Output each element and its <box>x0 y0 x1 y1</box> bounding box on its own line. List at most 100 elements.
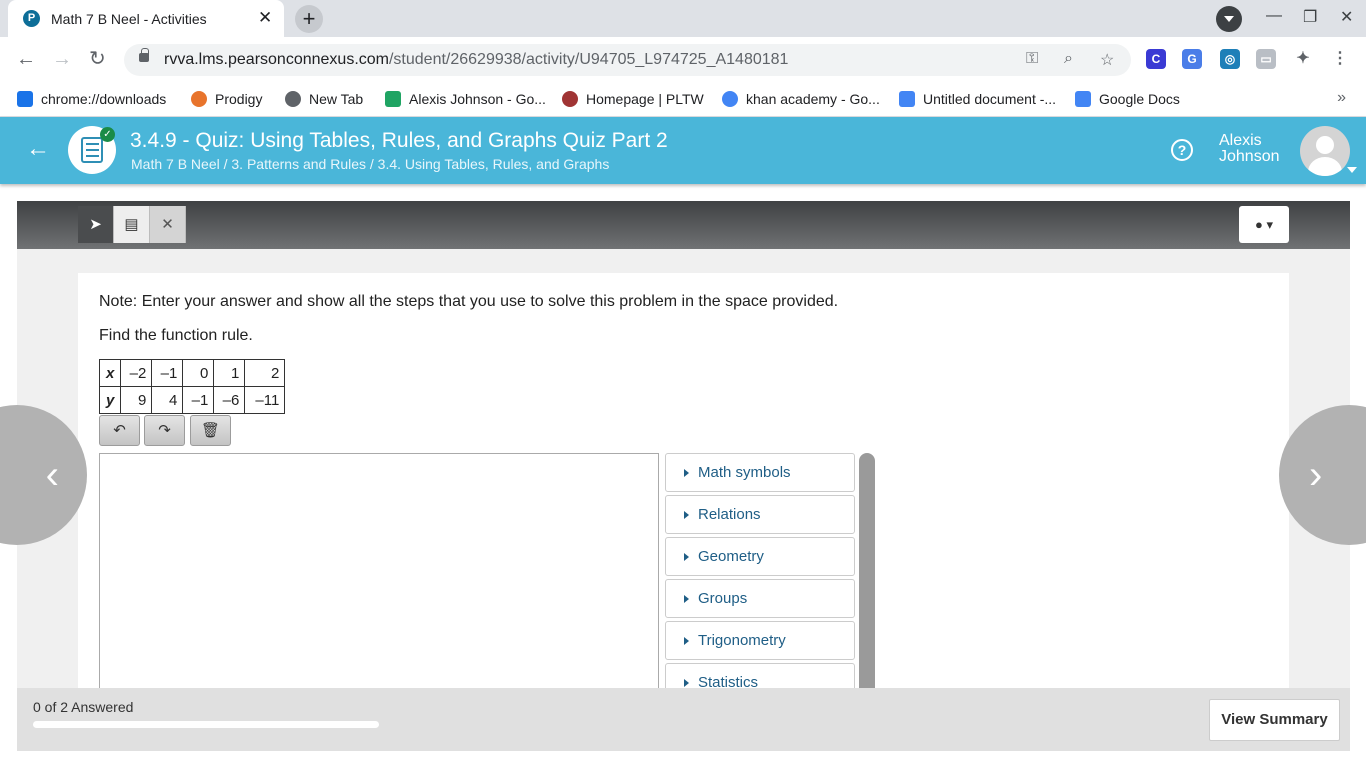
checklist-icon <box>81 137 103 163</box>
quiz-footer: 0 of 2 Answered View Summary <box>17 688 1350 751</box>
palette-item-geometry[interactable]: Geometry <box>665 537 855 576</box>
bookmark-item[interactable]: Alexis Johnson - Go... <box>385 89 546 109</box>
table-row: x –2 –1 0 1 2 <box>98 359 286 387</box>
view-summary-button[interactable]: View Summary <box>1209 699 1340 741</box>
chevron-down-icon[interactable] <box>1347 167 1357 173</box>
eliminator-tool-icon[interactable]: ✕ <box>150 206 186 243</box>
extensions-puzzle-icon[interactable]: ✦ <box>1293 49 1313 69</box>
complete-check-icon: ✓ <box>100 127 115 142</box>
tool-group: ➤ ▤ ✕ <box>78 206 186 243</box>
function-table: x –2 –1 0 1 2 y 9 4 –1 –6 –11 <box>98 359 286 414</box>
user-first-name: Alexis <box>1219 132 1262 149</box>
question-note: Note: Enter your answer and show all the… <box>99 293 839 310</box>
restore-icon[interactable]: ❐ <box>1303 7 1317 27</box>
table-cell: 9 <box>120 386 153 414</box>
redo-icon: ↷ <box>158 422 171 439</box>
undo-icon: ↶ <box>113 422 126 439</box>
progress-bar <box>33 721 379 728</box>
bookmark-item[interactable]: chrome://downloads <box>17 89 166 109</box>
palette-label: Trigonometry <box>698 632 786 649</box>
accessibility-menu-button[interactable]: ● ▾ <box>1239 206 1289 243</box>
browser-tab[interactable]: P Math 7 B Neel - Activities ✕ <box>8 0 284 37</box>
help-icon[interactable]: ? <box>1171 139 1193 161</box>
answered-count: 0 of 2 Answered <box>33 699 134 715</box>
chevron-right-icon: › <box>1309 453 1323 497</box>
chevron-left-icon: ‹ <box>45 453 59 497</box>
lock-icon[interactable] <box>139 48 149 62</box>
bookmark-item[interactable]: Google Docs <box>1075 89 1180 109</box>
tab-search-icon[interactable] <box>1216 6 1242 32</box>
palette-item-relations[interactable]: Relations <box>665 495 855 534</box>
table-cell: –11 <box>244 386 286 414</box>
person-icon: ● <box>1254 217 1263 232</box>
palette-label: Relations <box>698 506 761 523</box>
bookmark-item[interactable]: khan academy - Go... <box>722 89 880 109</box>
google-translate-icon[interactable]: G <box>1182 49 1202 69</box>
bookmark-item[interactable]: Homepage | PLTW <box>562 89 704 109</box>
breadcrumb[interactable]: Math 7 B Neel / 3. Patterns and Rules / … <box>131 156 609 172</box>
caret-right-icon <box>684 553 689 561</box>
note-tool-icon[interactable]: ▤ <box>114 206 150 243</box>
back-arrow-icon[interactable]: ← <box>26 135 50 163</box>
palette-label: Math symbols <box>698 464 791 481</box>
caret-right-icon <box>684 595 689 603</box>
bookmark-label: khan academy - Go... <box>746 91 880 107</box>
bookmark-item[interactable]: Untitled document -... <box>899 89 1056 109</box>
redo-button[interactable]: ↷ <box>144 415 185 446</box>
table-cell: –1 <box>182 386 215 414</box>
caret-right-icon <box>684 511 689 519</box>
table-cell: 0 <box>182 359 215 387</box>
palette-item-math-symbols[interactable]: Math symbols <box>665 453 855 492</box>
bookmarks-bar: chrome://downloads Prodigy New Tab Alexi… <box>0 83 1366 117</box>
forward-icon[interactable]: → <box>52 47 72 71</box>
browser-toolbar: ← → ↻ rvva.lms.pearsonconnexus.com/stude… <box>0 37 1366 83</box>
course-header: ← ✓ 3.4.9 - Quiz: Using Tables, Rules, a… <box>0 117 1366 184</box>
url-text[interactable]: rvva.lms.pearsonconnexus.com/student/266… <box>164 51 788 69</box>
address-bar[interactable]: rvva.lms.pearsonconnexus.com/student/266… <box>124 44 1131 76</box>
extension-c-icon[interactable]: C <box>1146 49 1166 69</box>
pointer-tool-icon[interactable]: ➤ <box>78 206 114 243</box>
palette-label: Geometry <box>698 548 764 565</box>
minimize-icon[interactable]: — <box>1266 7 1282 25</box>
extension-globe-icon[interactable]: ◎ <box>1220 49 1240 69</box>
back-icon[interactable]: ← <box>16 47 36 71</box>
google-drive-icon <box>385 91 401 107</box>
bookmark-label: Google Docs <box>1099 91 1180 107</box>
close-tab-icon[interactable]: ✕ <box>258 8 272 28</box>
bookmark-label: Homepage | PLTW <box>586 91 704 107</box>
google-docs-icon <box>899 91 915 107</box>
undo-button[interactable]: ↶ <box>99 415 140 446</box>
table-cell: –2 <box>120 359 153 387</box>
menu-kebab-icon[interactable]: ⋮ <box>1330 49 1350 69</box>
google-icon <box>722 91 738 107</box>
avatar[interactable] <box>1300 126 1350 176</box>
google-docs-icon <box>1075 91 1091 107</box>
key-icon[interactable]: ⚿ <box>1026 50 1038 68</box>
bookmark-item[interactable]: New Tab <box>285 89 363 109</box>
download-icon <box>17 91 33 107</box>
chevron-down-icon: ▾ <box>1266 217 1273 232</box>
prodigy-icon <box>191 91 207 107</box>
bookmark-label: Alexis Johnson - Go... <box>409 91 546 107</box>
table-cell: –1 <box>151 359 184 387</box>
palette-item-trigonometry[interactable]: Trigonometry <box>665 621 855 660</box>
url-host: rvva.lms.pearsonconnexus.com <box>164 51 389 68</box>
close-window-icon[interactable]: ✕ <box>1340 7 1353 27</box>
new-tab-button[interactable]: + <box>295 5 323 33</box>
more-bookmarks-icon[interactable]: » <box>1337 89 1346 107</box>
reload-icon[interactable]: ↻ <box>89 47 106 71</box>
clear-button[interactable]: 🗑 <box>190 415 231 446</box>
table-header-x: x <box>98 359 122 387</box>
cast-icon[interactable]: ▭ <box>1256 49 1276 69</box>
user-name[interactable]: Alexis Johnson <box>1219 133 1280 165</box>
bookmark-label: Prodigy <box>215 91 263 107</box>
caret-right-icon <box>684 469 689 477</box>
zoom-icon[interactable]: ⌕ <box>1064 50 1073 68</box>
table-header-y: y <box>98 386 122 414</box>
star-icon[interactable]: ☆ <box>1100 50 1114 70</box>
palette-item-groups[interactable]: Groups <box>665 579 855 618</box>
bookmark-item[interactable]: Prodigy <box>191 89 262 109</box>
caret-right-icon <box>684 637 689 645</box>
quiz-player: ➤ ▤ ✕ ● ▾ Note: Enter your answer and sh… <box>17 201 1350 751</box>
bookmark-label: New Tab <box>309 91 364 107</box>
